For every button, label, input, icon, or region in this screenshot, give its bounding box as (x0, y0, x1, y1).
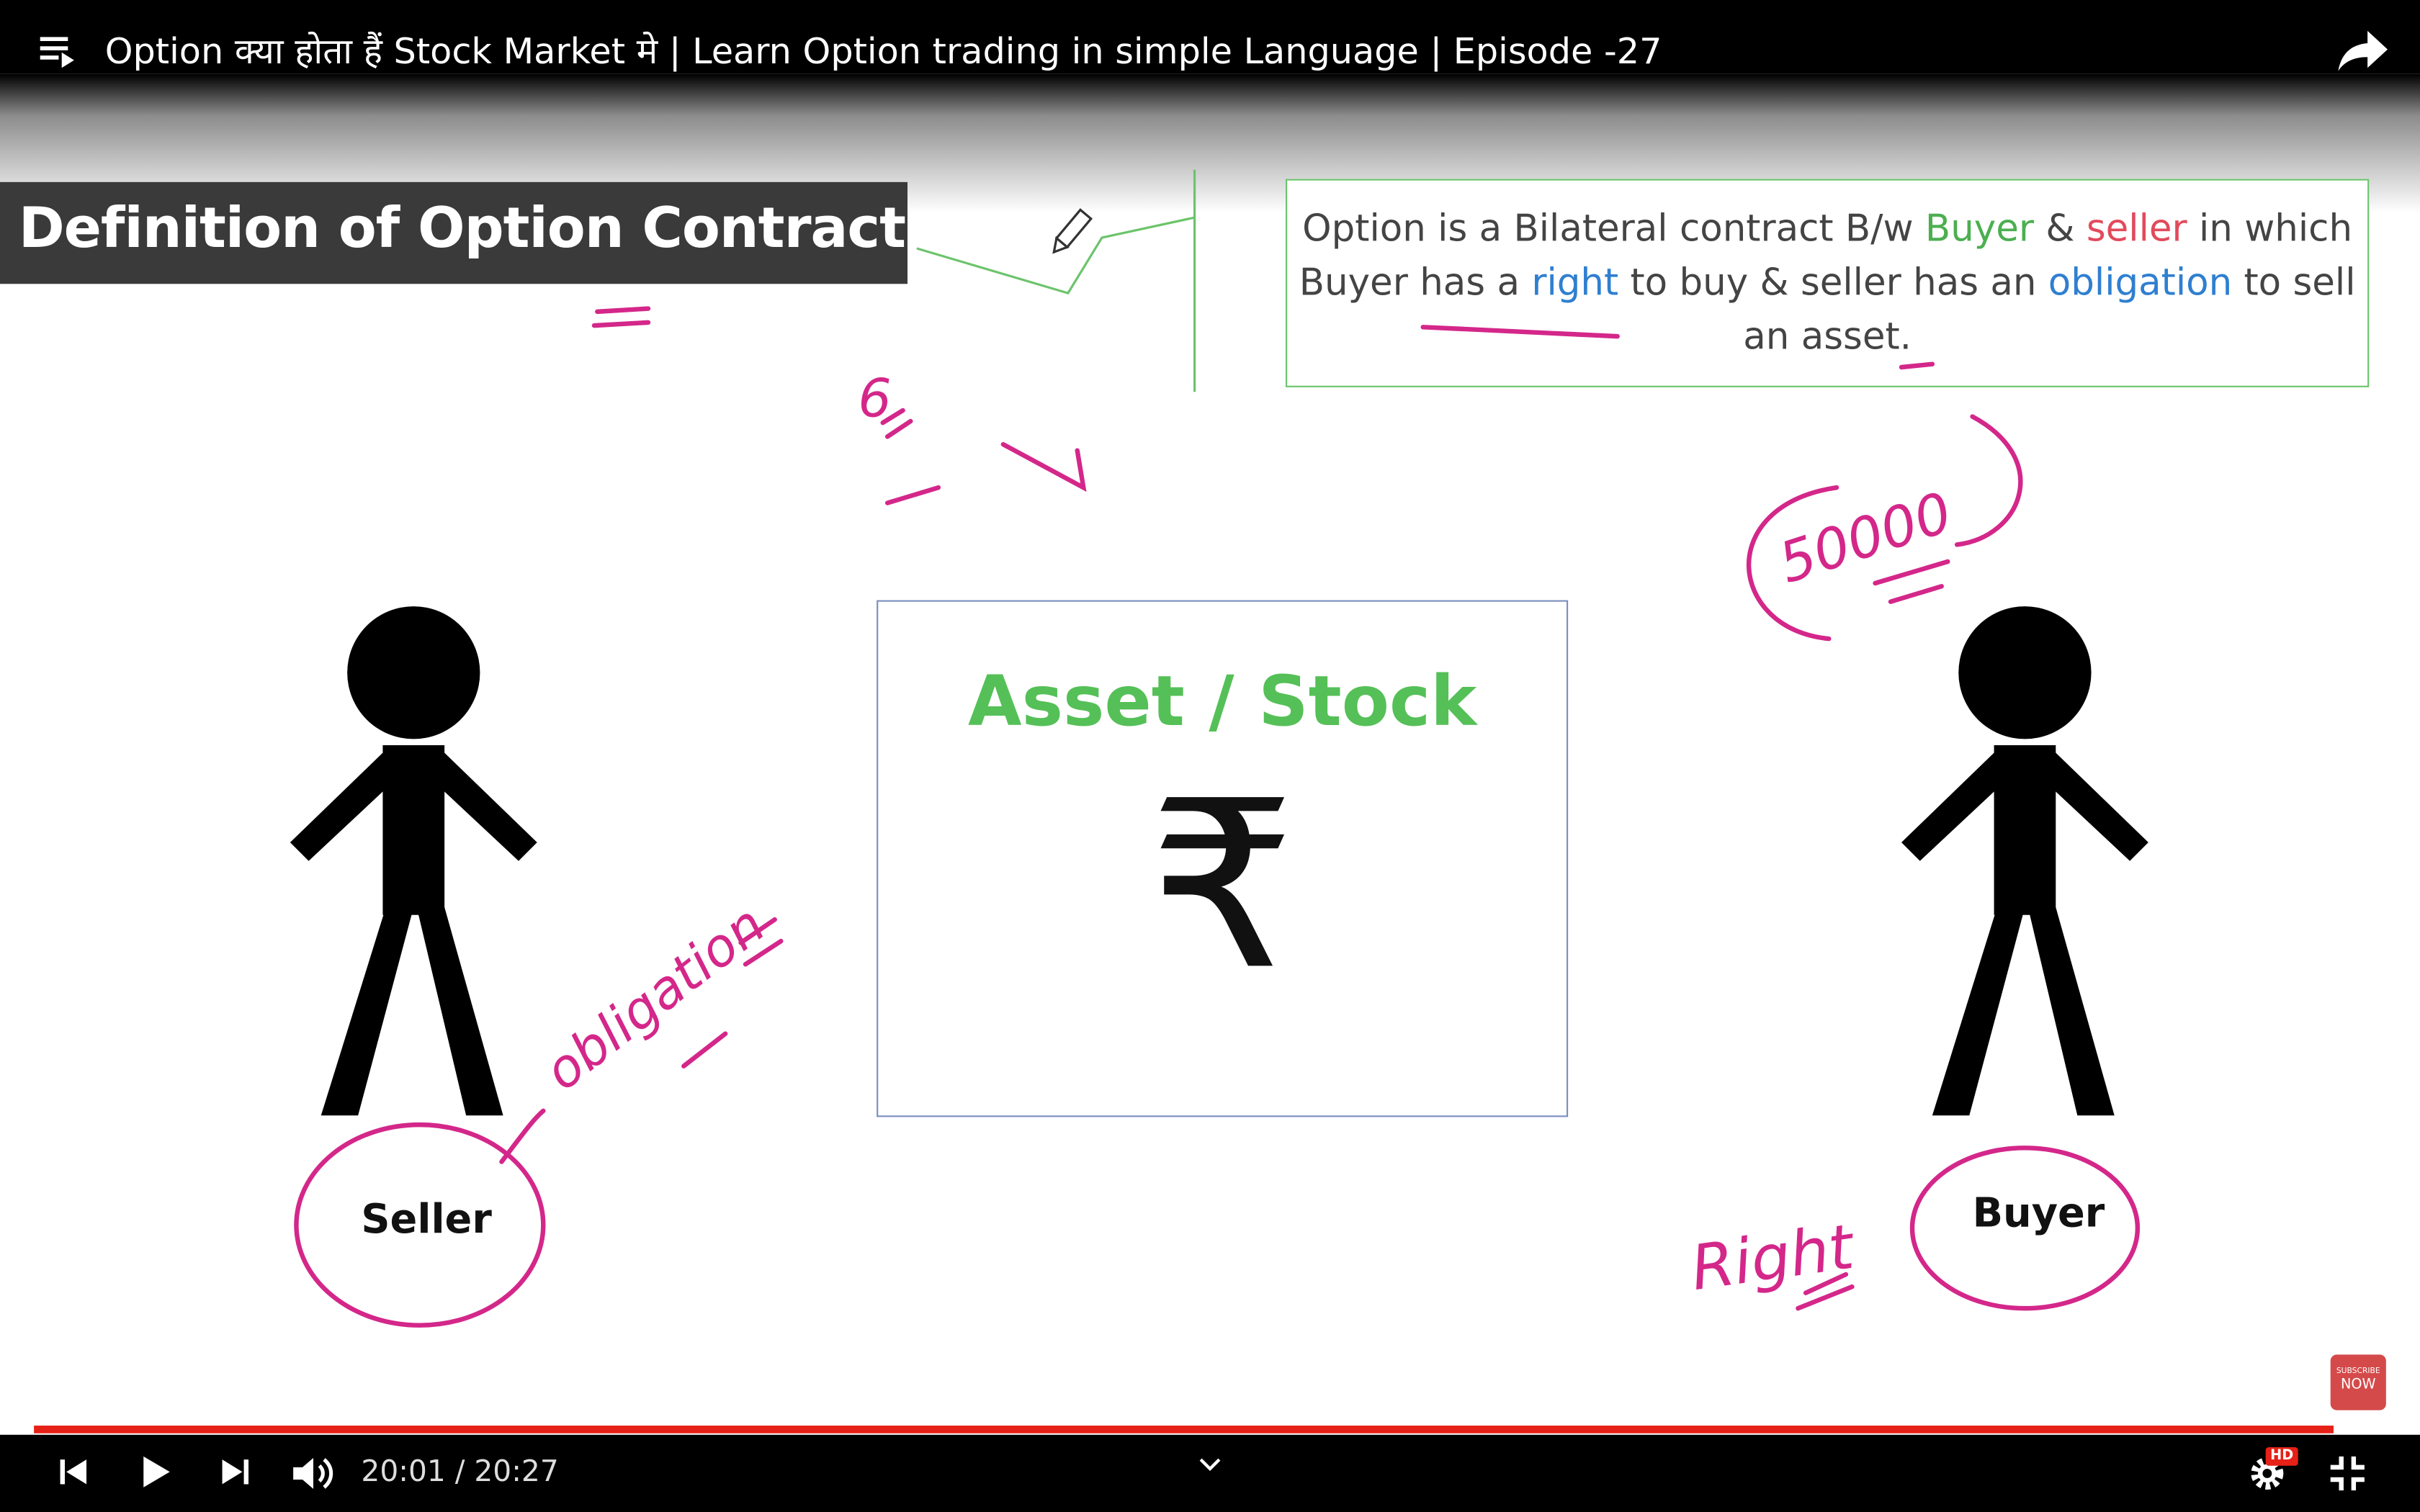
pencil-cursor-icon (1052, 208, 1093, 254)
buyer-label: Buyer (1972, 1191, 2105, 1238)
current-time: 20:01 (361, 1454, 446, 1489)
player-controls: 20:01 / 20:27 HD (0, 1425, 2420, 1512)
duration: 20:27 (474, 1454, 559, 1489)
exit-fullscreen-icon[interactable] (2327, 1454, 2367, 1494)
share-icon[interactable] (2336, 28, 2389, 74)
right-handwriting: Right (1687, 1210, 1860, 1305)
time-display: 20:01 / 20:27 (361, 1455, 558, 1489)
title-bar: Option क्या होता हैं Stock Market मे | L… (0, 0, 2420, 74)
six-handwriting: 6 (858, 369, 891, 430)
seller-figure (290, 606, 537, 1116)
obligation-handwriting: obligation (534, 894, 776, 1103)
video-player[interactable]: Option क्या होता हैं Stock Market मे | L… (0, 0, 2420, 1512)
volume-icon[interactable] (290, 1454, 336, 1494)
next-icon[interactable] (219, 1454, 253, 1490)
ink-text: obligation Right 50000 6 (534, 369, 1960, 1305)
chevron-down-icon[interactable] (1198, 1457, 1222, 1472)
video-title[interactable]: Option क्या होता हैं Stock Market मे | L… (105, 24, 1662, 74)
time-separator: / (445, 1454, 475, 1489)
subscribe-now-button[interactable]: SUBSCRIBE NOW (2330, 1354, 2386, 1410)
subscribe-line-2: NOW (2340, 1377, 2376, 1393)
play-icon[interactable] (139, 1454, 173, 1490)
buyer-figure (1901, 606, 2148, 1116)
ink-annotations (294, 306, 2141, 1328)
pointer-lines (916, 169, 1196, 392)
seller-label: Seller (361, 1197, 492, 1244)
previous-icon[interactable] (55, 1454, 89, 1490)
progress-bar-fill (34, 1425, 2335, 1434)
progress-bar[interactable] (34, 1425, 2386, 1434)
hd-badge: HD (2265, 1446, 2298, 1466)
subscribe-line-1: SUBSCRIBE (2336, 1367, 2380, 1377)
video-frame[interactable]: Definition of Option Contract Option is … (0, 73, 2420, 1435)
playlist-icon[interactable] (37, 28, 77, 68)
